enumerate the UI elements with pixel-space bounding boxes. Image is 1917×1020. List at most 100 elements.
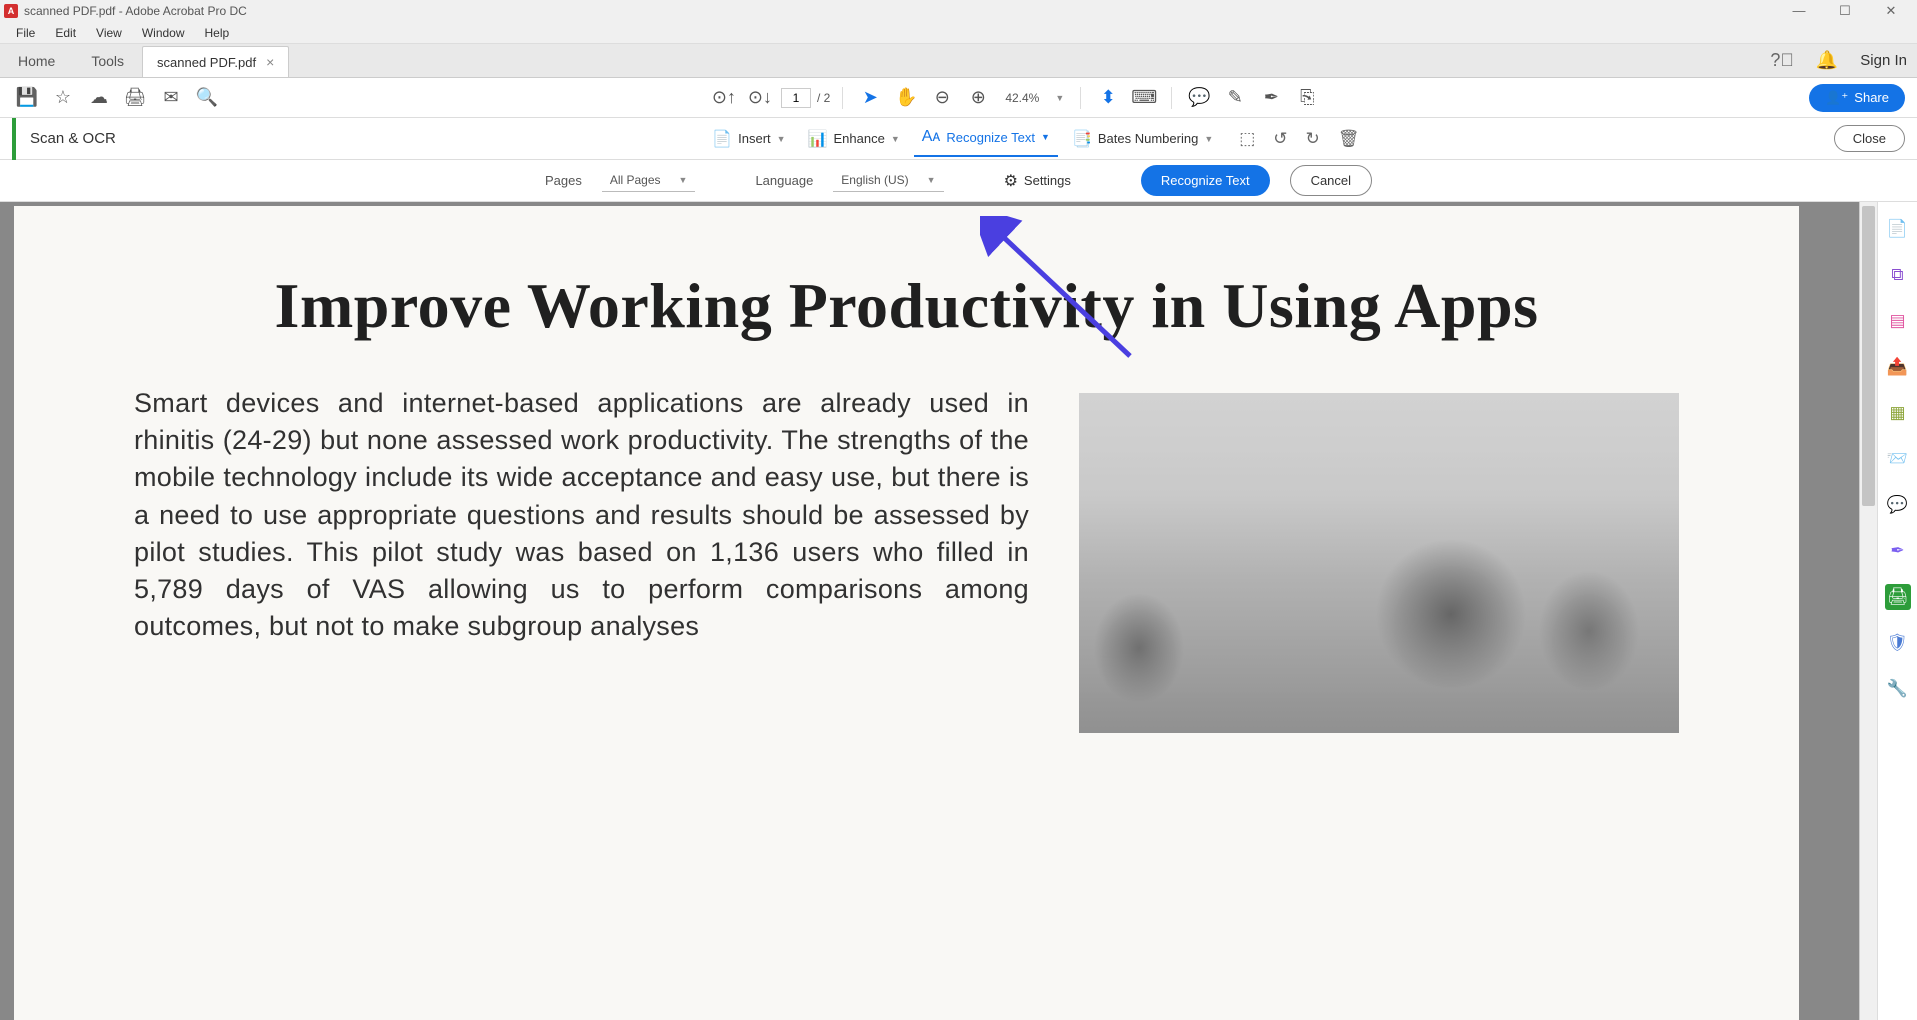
help-icon[interactable]: ?⃝: [1770, 50, 1794, 71]
page-up-icon[interactable]: ⊙↑: [709, 83, 739, 113]
caret-down-icon: ▼: [1204, 134, 1213, 144]
menu-edit[interactable]: Edit: [45, 24, 86, 42]
main-toolbar: 💾 ☆ ☁ 🖨 ✉ 🔍 ⊙↑ ⊙↓ / 2 ➤ ✋ ⊖ ⊕ 42.4% ▼ ⬍ …: [0, 78, 1917, 118]
zoom-out-icon[interactable]: ⊖: [927, 83, 957, 113]
caret-down-icon: ▼: [777, 134, 786, 144]
maximize-button[interactable]: ☐: [1831, 3, 1859, 19]
pages-label: Pages: [545, 173, 582, 188]
share-button[interactable]: 👤⁺ Share: [1809, 84, 1905, 112]
language-select[interactable]: English (US) ▼: [833, 169, 943, 192]
tab-tools[interactable]: Tools: [73, 45, 142, 77]
edit-pdf-icon[interactable]: ▤: [1885, 308, 1911, 334]
rotate-right-icon[interactable]: ↻: [1300, 125, 1326, 153]
pages-select[interactable]: All Pages ▼: [602, 169, 696, 192]
close-button[interactable]: Close: [1834, 125, 1905, 152]
more-tools-icon[interactable]: 🔧: [1885, 676, 1911, 702]
mail-icon[interactable]: ✉: [156, 83, 186, 113]
bell-icon[interactable]: 🔔: [1816, 50, 1838, 71]
bates-numbering-button[interactable]: 📑 Bates Numbering ▼: [1064, 123, 1221, 155]
comment-icon[interactable]: 💬: [1184, 83, 1214, 113]
recognize-text-button[interactable]: Aᴀ Recognize Text ▼: [914, 122, 1058, 157]
share-user-icon: 👤⁺: [1825, 90, 1848, 106]
separator: [1080, 87, 1081, 109]
enhance-label: Enhance: [834, 131, 885, 146]
cancel-button[interactable]: Cancel: [1290, 165, 1372, 196]
fit-width-icon[interactable]: ⬍: [1093, 83, 1123, 113]
fill-sign-icon[interactable]: ✒: [1885, 538, 1911, 564]
scan-ocr-tool-icon[interactable]: 🖨: [1885, 584, 1911, 610]
recognize-action-bar: Pages All Pages ▼ Language English (US) …: [0, 160, 1917, 202]
window-controls: — ☐ ✕: [1785, 3, 1913, 19]
enhance-button[interactable]: 📊 Enhance ▼: [800, 123, 908, 155]
menu-view[interactable]: View: [86, 24, 132, 42]
insert-page-icon: 📄: [712, 129, 732, 149]
star-icon[interactable]: ☆: [48, 83, 78, 113]
page-number-input[interactable]: [781, 88, 811, 108]
sign-in-link[interactable]: Sign In: [1860, 52, 1907, 69]
tab-row: Home Tools scanned PDF.pdf × ?⃝ 🔔 Sign I…: [0, 44, 1917, 78]
share-label: Share: [1854, 90, 1889, 105]
insert-button[interactable]: 📄 Insert ▼: [704, 123, 793, 155]
sub-toolbar-right: Close: [1834, 125, 1905, 152]
print-icon[interactable]: 🖨: [120, 83, 150, 113]
title-bar: A scanned PDF.pdf - Adobe Acrobat Pro DC…: [0, 0, 1917, 22]
document-image: [1079, 393, 1679, 733]
scan-ocr-toolbar: Scan & OCR 📄 Insert ▼ 📊 Enhance ▼ Aᴀ Rec…: [0, 118, 1917, 160]
app-icon: A: [4, 4, 18, 18]
delete-icon[interactable]: 🗑: [1332, 125, 1366, 153]
recognize-text-icon: Aᴀ: [922, 128, 941, 146]
page-total-label: / 2: [817, 91, 830, 105]
hand-icon[interactable]: ✋: [891, 83, 921, 113]
menu-bar: File Edit View Window Help: [0, 22, 1917, 44]
scan-ocr-title: Scan & OCR: [30, 130, 116, 147]
language-select-value: English (US): [841, 173, 908, 187]
fit-page-icon[interactable]: ⌨: [1129, 83, 1159, 113]
signature-icon[interactable]: ✒: [1256, 83, 1286, 113]
document-area: Improve Working Productivity in Using Ap…: [0, 202, 1917, 1020]
highlight-icon[interactable]: ✎: [1220, 83, 1250, 113]
window-title: scanned PDF.pdf - Adobe Acrobat Pro DC: [24, 4, 1785, 18]
create-pdf-icon[interactable]: 📄: [1885, 216, 1911, 242]
rotate-left-icon[interactable]: ↺: [1267, 125, 1293, 153]
close-window-button[interactable]: ✕: [1877, 3, 1905, 19]
bates-label: Bates Numbering: [1098, 131, 1198, 146]
insert-label: Insert: [738, 131, 771, 146]
vertical-scrollbar[interactable]: [1859, 202, 1877, 1020]
menu-help[interactable]: Help: [195, 24, 240, 42]
menu-window[interactable]: Window: [132, 24, 195, 42]
protect-icon[interactable]: 🛡: [1885, 630, 1911, 656]
document-viewport[interactable]: Improve Working Productivity in Using Ap…: [0, 202, 1859, 1020]
combine-icon[interactable]: ⧉: [1885, 262, 1911, 288]
caret-down-icon: ▼: [927, 175, 936, 185]
comment-tool-icon[interactable]: 💬: [1885, 492, 1911, 518]
save-icon[interactable]: 💾: [12, 83, 42, 113]
document-body: Smart devices and internet-based applica…: [14, 385, 1799, 733]
zoom-dropdown-icon[interactable]: ▼: [1051, 93, 1068, 103]
enhance-icon: 📊: [808, 129, 828, 149]
scrollbar-thumb[interactable]: [1862, 206, 1875, 506]
settings-button[interactable]: ⚙ Settings: [1004, 171, 1071, 191]
search-icon[interactable]: 🔍: [192, 83, 222, 113]
document-paragraph: Smart devices and internet-based applica…: [134, 385, 1029, 733]
minimize-button[interactable]: —: [1785, 3, 1813, 19]
zoom-in-icon[interactable]: ⊕: [963, 83, 993, 113]
stamp-icon[interactable]: ⎘: [1292, 83, 1322, 113]
pdf-page: Improve Working Productivity in Using Ap…: [14, 206, 1799, 1020]
gear-icon: ⚙: [1004, 171, 1018, 191]
recognize-text-action-button[interactable]: Recognize Text: [1141, 165, 1270, 196]
bates-icon: 📑: [1072, 129, 1092, 149]
scan-ocr-tools: 📄 Insert ▼ 📊 Enhance ▼ Aᴀ Recognize Text…: [704, 122, 1365, 155]
crop-icon[interactable]: ⬚: [1233, 125, 1261, 153]
page-down-icon[interactable]: ⊙↓: [745, 83, 775, 113]
pages-select-value: All Pages: [610, 173, 661, 187]
cloud-icon[interactable]: ☁: [84, 83, 114, 113]
cursor-icon[interactable]: ➤: [855, 83, 885, 113]
organize-icon[interactable]: ▦: [1885, 400, 1911, 426]
document-tab[interactable]: scanned PDF.pdf ×: [142, 46, 289, 77]
menu-file[interactable]: File: [6, 24, 45, 42]
caret-down-icon: ▼: [1041, 132, 1050, 142]
tab-home[interactable]: Home: [0, 45, 73, 77]
close-tab-icon[interactable]: ×: [266, 54, 274, 70]
export-pdf-icon[interactable]: 📤: [1885, 354, 1911, 380]
send-icon[interactable]: 📨: [1885, 446, 1911, 472]
